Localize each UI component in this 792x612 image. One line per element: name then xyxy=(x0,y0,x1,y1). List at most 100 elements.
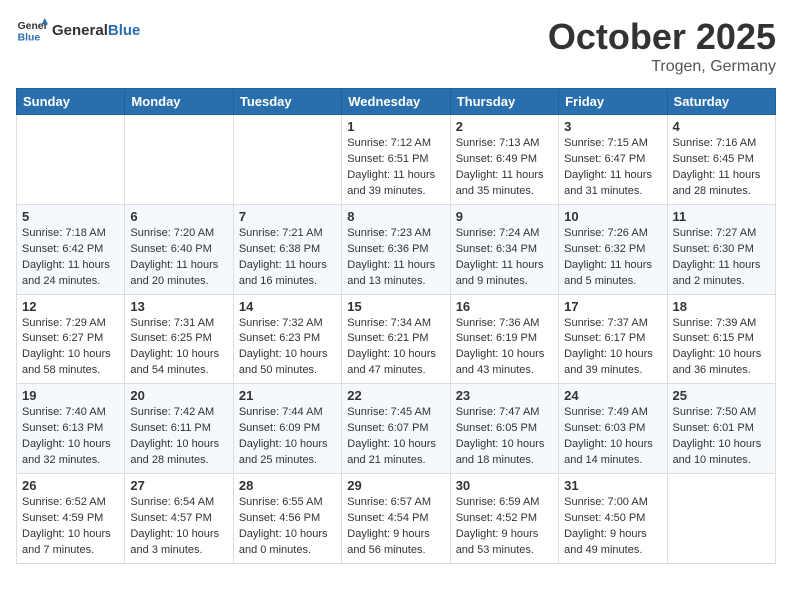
day-number: 29 xyxy=(347,478,444,493)
day-number: 31 xyxy=(564,478,661,493)
day-info: Sunrise: 6:55 AM Sunset: 4:56 PM Dayligh… xyxy=(239,495,336,559)
calendar-week-row: 19 Sunrise: 7:40 AM Sunset: 6:13 PM Dayli… xyxy=(17,384,776,474)
day-number: 19 xyxy=(22,388,119,403)
day-info: Sunrise: 7:00 AM Sunset: 4:50 PM Dayligh… xyxy=(564,495,661,559)
calendar-cell: 27 Sunrise: 6:54 AM Sunset: 4:57 PM Dayli… xyxy=(125,474,233,564)
weekday-header-sunday: Sunday xyxy=(17,89,125,115)
calendar-cell: 4 Sunrise: 7:16 AM Sunset: 6:45 PM Daylig… xyxy=(667,115,775,205)
calendar-cell: 10Sunrise: 7:26 AM Sunset: 6:32 PM Dayli… xyxy=(559,204,667,294)
day-info: Sunrise: 7:31 AM Sunset: 6:25 PM Dayligh… xyxy=(130,316,227,380)
calendar-week-row: 12 Sunrise: 7:29 AM Sunset: 6:27 PM Dayli… xyxy=(17,294,776,384)
calendar-cell: 2 Sunrise: 7:13 AM Sunset: 6:49 PM Daylig… xyxy=(450,115,558,205)
day-number: 25 xyxy=(673,388,770,403)
calendar-cell: 23 Sunrise: 7:47 AM Sunset: 6:05 PM Dayli… xyxy=(450,384,558,474)
calendar-cell: 28 Sunrise: 6:55 AM Sunset: 4:56 PM Dayli… xyxy=(233,474,341,564)
day-number: 7 xyxy=(239,209,336,224)
calendar-header-row: SundayMondayTuesdayWednesdayThursdayFrid… xyxy=(17,89,776,115)
calendar-cell: 9Sunrise: 7:24 AM Sunset: 6:34 PM Daylig… xyxy=(450,204,558,294)
calendar-cell: 15 Sunrise: 7:34 AM Sunset: 6:21 PM Dayli… xyxy=(342,294,450,384)
logo-text-general: General xyxy=(52,22,108,39)
calendar-cell: 18Sunrise: 7:39 AM Sunset: 6:15 PM Dayli… xyxy=(667,294,775,384)
day-info: Sunrise: 6:57 AM Sunset: 4:54 PM Dayligh… xyxy=(347,495,444,559)
calendar-cell: 12 Sunrise: 7:29 AM Sunset: 6:27 PM Dayli… xyxy=(17,294,125,384)
calendar-cell xyxy=(125,115,233,205)
page-header: General Blue GeneralBlue October 2025 Tr… xyxy=(16,16,776,76)
day-info: Sunrise: 7:42 AM Sunset: 6:11 PM Dayligh… xyxy=(130,405,227,469)
day-info: Sunrise: 7:34 AM Sunset: 6:21 PM Dayligh… xyxy=(347,316,444,380)
calendar-cell: 20 Sunrise: 7:42 AM Sunset: 6:11 PM Dayli… xyxy=(125,384,233,474)
day-number: 24 xyxy=(564,388,661,403)
calendar-cell: 30 Sunrise: 6:59 AM Sunset: 4:52 PM Dayli… xyxy=(450,474,558,564)
location: Trogen, Germany xyxy=(548,58,776,76)
day-number: 27 xyxy=(130,478,227,493)
day-info: Sunrise: 7:29 AM Sunset: 6:27 PM Dayligh… xyxy=(22,316,119,380)
calendar-cell: 25 Sunrise: 7:50 AM Sunset: 6:01 PM Dayli… xyxy=(667,384,775,474)
calendar-cell xyxy=(233,115,341,205)
day-info: Sunrise: 7:18 AM Sunset: 6:42 PM Dayligh… xyxy=(22,226,119,290)
day-number: 18 xyxy=(673,299,770,314)
day-number: 2 xyxy=(456,119,553,134)
title-block: October 2025 Trogen, Germany xyxy=(548,16,776,76)
day-number: 10 xyxy=(564,209,661,224)
weekday-header-wednesday: Wednesday xyxy=(342,89,450,115)
calendar-cell: 1Sunrise: 7:12 AM Sunset: 6:51 PM Daylig… xyxy=(342,115,450,205)
calendar-cell: 22Sunrise: 7:45 AM Sunset: 6:07 PM Dayli… xyxy=(342,384,450,474)
calendar-week-row: 1Sunrise: 7:12 AM Sunset: 6:51 PM Daylig… xyxy=(17,115,776,205)
day-number: 3 xyxy=(564,119,661,134)
day-info: Sunrise: 7:40 AM Sunset: 6:13 PM Dayligh… xyxy=(22,405,119,469)
day-info: Sunrise: 7:21 AM Sunset: 6:38 PM Dayligh… xyxy=(239,226,336,290)
day-number: 16 xyxy=(456,299,553,314)
calendar-cell xyxy=(667,474,775,564)
day-number: 15 xyxy=(347,299,444,314)
month-title: October 2025 xyxy=(548,16,776,58)
day-info: Sunrise: 7:27 AM Sunset: 6:30 PM Dayligh… xyxy=(673,226,770,290)
day-info: Sunrise: 7:47 AM Sunset: 6:05 PM Dayligh… xyxy=(456,405,553,469)
calendar-cell: 17Sunrise: 7:37 AM Sunset: 6:17 PM Dayli… xyxy=(559,294,667,384)
calendar-table: SundayMondayTuesdayWednesdayThursdayFrid… xyxy=(16,88,776,564)
day-number: 30 xyxy=(456,478,553,493)
weekday-header-tuesday: Tuesday xyxy=(233,89,341,115)
day-info: Sunrise: 6:52 AM Sunset: 4:59 PM Dayligh… xyxy=(22,495,119,559)
calendar-cell: 26 Sunrise: 6:52 AM Sunset: 4:59 PM Dayli… xyxy=(17,474,125,564)
day-number: 28 xyxy=(239,478,336,493)
logo-icon: General Blue xyxy=(16,16,48,44)
day-number: 26 xyxy=(22,478,119,493)
day-info: Sunrise: 6:54 AM Sunset: 4:57 PM Dayligh… xyxy=(130,495,227,559)
calendar-cell: 6Sunrise: 7:20 AM Sunset: 6:40 PM Daylig… xyxy=(125,204,233,294)
day-info: Sunrise: 7:49 AM Sunset: 6:03 PM Dayligh… xyxy=(564,405,661,469)
day-number: 17 xyxy=(564,299,661,314)
calendar-cell: 11 Sunrise: 7:27 AM Sunset: 6:30 PM Dayli… xyxy=(667,204,775,294)
day-number: 11 xyxy=(673,209,770,224)
day-info: Sunrise: 7:16 AM Sunset: 6:45 PM Dayligh… xyxy=(673,136,770,200)
calendar-cell: 31 Sunrise: 7:00 AM Sunset: 4:50 PM Dayli… xyxy=(559,474,667,564)
day-number: 4 xyxy=(673,119,770,134)
day-number: 13 xyxy=(130,299,227,314)
day-number: 23 xyxy=(456,388,553,403)
calendar-cell: 24 Sunrise: 7:49 AM Sunset: 6:03 PM Dayli… xyxy=(559,384,667,474)
day-info: Sunrise: 6:59 AM Sunset: 4:52 PM Dayligh… xyxy=(456,495,553,559)
day-info: Sunrise: 7:45 AM Sunset: 6:07 PM Dayligh… xyxy=(347,405,444,469)
logo-text-blue: Blue xyxy=(108,22,141,39)
day-info: Sunrise: 7:32 AM Sunset: 6:23 PM Dayligh… xyxy=(239,316,336,380)
day-info: Sunrise: 7:15 AM Sunset: 6:47 PM Dayligh… xyxy=(564,136,661,200)
calendar-cell: 19 Sunrise: 7:40 AM Sunset: 6:13 PM Dayli… xyxy=(17,384,125,474)
calendar-cell xyxy=(17,115,125,205)
weekday-header-friday: Friday xyxy=(559,89,667,115)
day-number: 8 xyxy=(347,209,444,224)
weekday-header-saturday: Saturday xyxy=(667,89,775,115)
day-number: 14 xyxy=(239,299,336,314)
weekday-header-thursday: Thursday xyxy=(450,89,558,115)
day-info: Sunrise: 7:24 AM Sunset: 6:34 PM Dayligh… xyxy=(456,226,553,290)
day-info: Sunrise: 7:13 AM Sunset: 6:49 PM Dayligh… xyxy=(456,136,553,200)
day-number: 12 xyxy=(22,299,119,314)
day-number: 21 xyxy=(239,388,336,403)
weekday-header-monday: Monday xyxy=(125,89,233,115)
day-info: Sunrise: 7:23 AM Sunset: 6:36 PM Dayligh… xyxy=(347,226,444,290)
day-number: 6 xyxy=(130,209,227,224)
calendar-cell: 3 Sunrise: 7:15 AM Sunset: 6:47 PM Daylig… xyxy=(559,115,667,205)
logo: General Blue GeneralBlue xyxy=(16,16,140,44)
day-number: 20 xyxy=(130,388,227,403)
day-number: 1 xyxy=(347,119,444,134)
day-info: Sunrise: 7:50 AM Sunset: 6:01 PM Dayligh… xyxy=(673,405,770,469)
calendar-week-row: 26 Sunrise: 6:52 AM Sunset: 4:59 PM Dayli… xyxy=(17,474,776,564)
